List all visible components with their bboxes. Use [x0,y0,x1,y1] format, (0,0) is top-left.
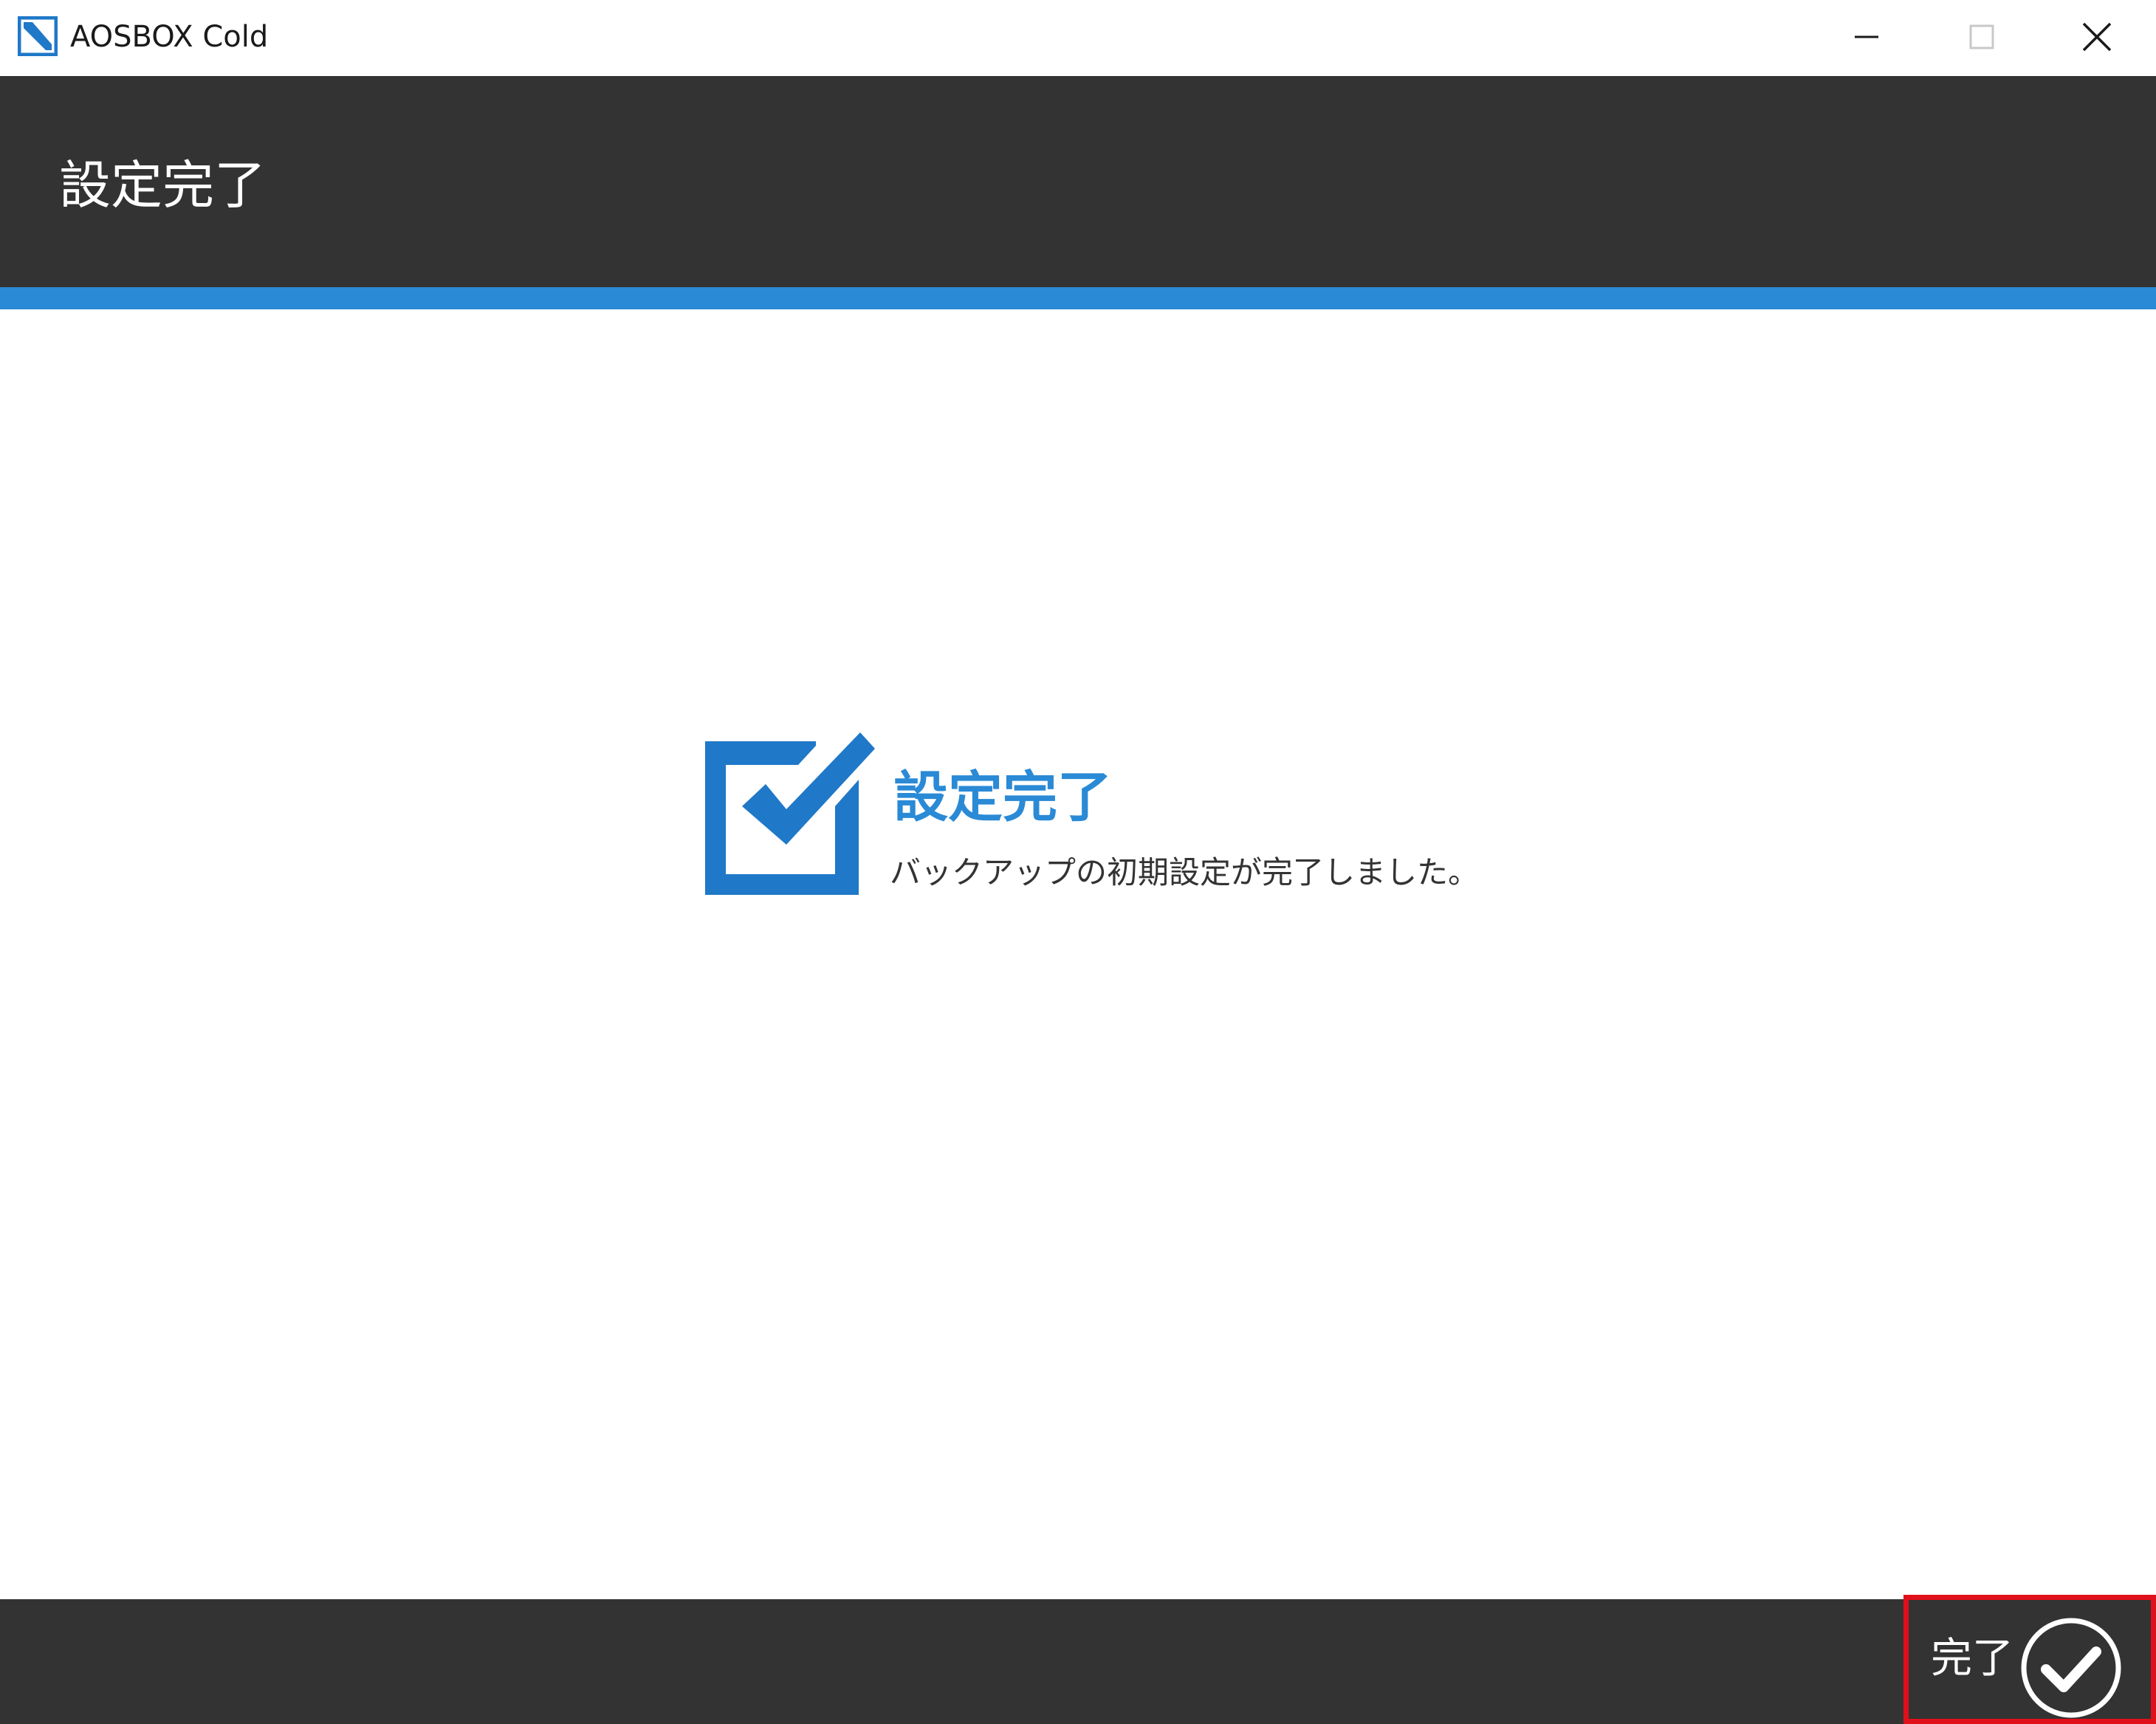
completion-message: バックアップの初期設定が完了しました。 [890,854,1480,890]
maximize-icon [1969,24,1994,49]
window-title: AOSBOX Cold [70,20,269,54]
aosbox-app-icon [18,16,58,56]
page-header: 設定完了 [0,76,2156,287]
title-bar: AOSBOX Cold [0,0,2156,76]
close-button[interactable] [2039,0,2155,74]
circle-check-icon [2021,1618,2121,1718]
checkbox-checked-icon [705,732,875,895]
finish-button-label: 完了 [1931,1635,2013,1683]
minimize-button[interactable] [1809,0,1924,74]
finish-button[interactable]: 完了 [1903,1595,2156,1724]
maximize-button[interactable] [1924,0,2039,74]
main-content [0,309,2156,1599]
accent-bar [0,287,2156,309]
footer-bar [0,1599,2156,1724]
page-title: 設定完了 [59,155,266,216]
app-window: AOSBOX Cold 設定完了 設定完了 バックアップの初期設定が完了しました… [0,0,2156,1724]
completion-heading: 設定完了 [893,766,1112,829]
close-icon [2082,22,2112,52]
minimize-icon [1855,35,1878,38]
